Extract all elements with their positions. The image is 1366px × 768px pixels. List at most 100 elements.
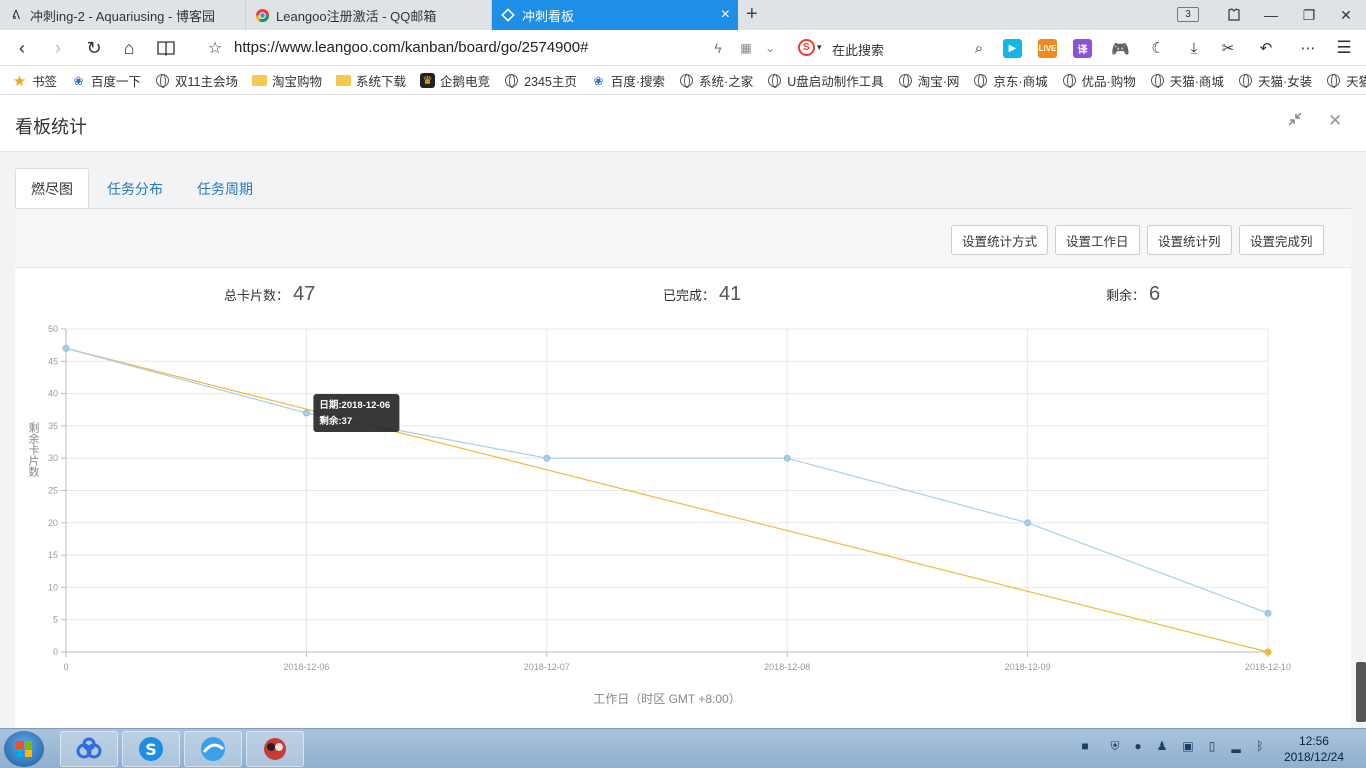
chevron-down-icon[interactable]: ⌄ [758,36,782,60]
bookmark-item[interactable]: 天猫·女装 [1238,71,1312,90]
qq-tray-icon[interactable]: ■ [1077,738,1093,754]
bookmark-item[interactable]: U盘启动制作工具 [767,71,884,90]
start-button[interactable] [4,731,44,767]
burndown-chart: 0 5 10 15 20 25 30 35 40 45 50 0 2018-12-06 2018-12-0… [27,324,1291,706]
restore-icon[interactable]: ❐ [1291,0,1327,30]
baidu-paw-icon: ❀ [73,73,84,88]
user-tray-icon[interactable]: ♟ [1154,738,1170,754]
globe-icon [1062,73,1077,88]
tab-task-cycle[interactable]: 任务周期 [182,168,268,209]
bookmark-item[interactable]: 系统下载 [336,71,406,90]
menu-icon[interactable]: ☰ [1332,36,1356,60]
url-input[interactable]: https://www.leangoo.com/kanban/board/go/… [234,39,588,56]
bookmark-label: 淘宝·网 [917,75,960,89]
download-icon[interactable]: ⤓ [1182,36,1206,60]
search-input[interactable]: 在此搜索 [832,40,884,59]
bookmark-item[interactable]: 淘宝购物 [252,71,322,90]
close-tab-icon[interactable]: × [721,6,730,24]
forward-icon[interactable]: › [46,36,70,60]
tab-burndown[interactable]: 燃尽图 [15,168,89,209]
y-tick-label: 40 [48,389,58,399]
taskbar-sogou-browser[interactable]: S [122,731,180,767]
tab-task-distribution[interactable]: 任务分布 [92,168,178,209]
y-tick-label: 45 [48,356,58,366]
tab-count-badge[interactable]: 3 [1177,7,1199,22]
page-scrollbar[interactable] [1356,662,1366,722]
chart-toolbar: 设置统计方式 设置工作日 设置统计列 设置完成列 [15,209,1351,268]
video-icon[interactable]: ▶ [1003,39,1022,58]
close-window-icon[interactable]: ✕ [1328,0,1364,30]
bookmark-item[interactable]: ❀ 百度·搜索 [591,71,665,90]
set-stat-method-button[interactable]: 设置统计方式 [951,225,1049,255]
set-done-column-button[interactable]: 设置完成列 [1239,225,1324,255]
set-stat-columns-button[interactable]: 设置统计列 [1147,225,1232,255]
taskbar-browser[interactable] [184,731,242,767]
collapse-icon[interactable] [1287,111,1303,132]
folder-icon [252,73,268,88]
gamepad-icon[interactable]: 🎮 [1111,39,1130,58]
search-icon[interactable]: ⌕ [967,36,991,60]
reader-icon[interactable] [154,36,178,60]
y-tick-label: 0 [53,647,58,657]
set-workdays-button[interactable]: 设置工作日 [1055,225,1140,255]
back-icon[interactable]: ‹ [10,36,34,60]
bookmark-item[interactable]: 优品·购物 [1062,71,1136,90]
penguin-esports-icon: ♛ [420,73,436,88]
search-engine-selector[interactable]: S ▾ [798,39,822,56]
lightning-icon[interactable]: ϟ [706,36,730,60]
x-axis-title: 工作日（时区 GMT +8:00） [593,692,740,706]
bookmark-label: 百度一下 [91,75,142,89]
favorite-star-icon[interactable]: ☆ [203,36,227,60]
close-dialog-icon[interactable]: ✕ [1328,111,1342,131]
y-tick-label: 20 [48,518,58,528]
data-point [783,454,791,462]
home-icon[interactable]: ⌂ [117,36,141,60]
reload-icon[interactable]: ↻ [82,36,106,60]
bookmark-item[interactable]: 2345主页 [504,71,577,90]
bookmark-item[interactable]: ❀ 百度一下 [71,71,141,90]
total-cards-label: 总卡片数： [224,288,290,303]
bookmark-item[interactable]: 天猫·商城 [1150,71,1224,90]
browser-tab-cnblogs[interactable]: ᕕ 冲刺ing-2 - Aquariusing - 博客园 [0,0,246,30]
signal-icon[interactable]: ▂ [1228,738,1244,754]
y-tick-label: 30 [48,453,58,463]
more-icon[interactable]: ⋯ [1296,36,1320,60]
bookmark-item[interactable]: 淘宝·网 [898,71,960,90]
scissors-icon[interactable]: ✂ [1216,36,1240,60]
y-tick-label: 15 [48,550,58,560]
bookmark-item[interactable]: ★ 书签 [12,71,57,90]
x-tick-label: 2018-12-10 [1245,662,1291,672]
taskbar-game[interactable] [246,731,304,767]
bookmark-item[interactable]: 京东·商城 [973,71,1048,90]
night-mode-icon[interactable]: ☾ [1146,36,1170,60]
bookmark-item[interactable]: 天猫 [1326,71,1366,90]
leangoo-icon [500,7,516,23]
bookmark-item[interactable]: 双11主会场 [155,71,238,90]
remaining-cards-label: 剩余： [1106,288,1146,303]
bookmark-label: 双11主会场 [175,75,239,89]
bookmark-item[interactable]: 系统·之家 [679,71,753,90]
bookmark-item[interactable]: ♛ 企鹅电竞 [420,71,490,90]
globe-icon [679,73,694,88]
browser-tab-sprint-board[interactable]: 冲刺看板 × [492,0,738,30]
bluetooth-icon[interactable]: ᛒ [1252,738,1268,754]
battery-icon[interactable]: ▯ [1204,738,1220,754]
shirt-skin-icon[interactable] [1216,0,1252,30]
data-point [1264,609,1272,617]
qrcode-icon[interactable]: ▦ [734,36,758,60]
baidu-paw-icon: ❀ [593,73,604,88]
system-clock[interactable]: 12:56 2018/12/24 [1284,733,1344,765]
browser-tab-qqmail[interactable]: Leangoo注册激活 - QQ邮箱 [246,0,492,30]
bookmark-label: 天猫 [1346,75,1366,89]
bookmark-label: 企鹅电竞 [440,75,491,89]
y-tick-label: 10 [48,582,58,592]
translate-icon[interactable]: 译 [1073,39,1092,58]
undo-icon[interactable]: ↶ [1254,36,1278,60]
qq-penguin-icon[interactable]: ● [1130,738,1146,754]
taskbar-baidu-netdisk[interactable] [60,731,118,767]
network-device-icon[interactable]: ▣ [1180,738,1196,754]
minimize-icon[interactable]: — [1253,0,1289,30]
shield-icon[interactable]: ⛨ [1107,738,1123,754]
live-icon[interactable]: LIVE [1038,39,1057,58]
new-tab-icon[interactable]: + [746,3,758,26]
